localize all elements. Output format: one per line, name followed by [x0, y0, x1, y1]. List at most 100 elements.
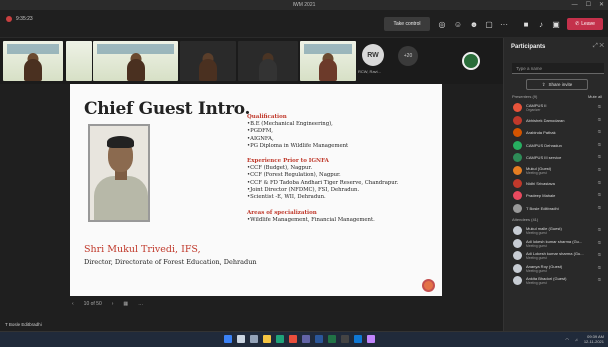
mic-muted-icon[interactable]: ⦸: [598, 205, 601, 211]
avatar: [513, 226, 522, 235]
maximize-button[interactable]: ☐: [586, 1, 591, 9]
mic-muted-icon[interactable]: ⦸: [598, 240, 601, 246]
participant-row[interactable]: Mukul (Guest) Meeting guest ⦸: [504, 164, 608, 177]
mic-muted-icon[interactable]: ⦸: [598, 167, 601, 173]
avatar[interactable]: RW: [362, 44, 384, 66]
guest-photo: [88, 124, 150, 222]
leave-label: Leave: [581, 21, 595, 27]
mic-muted-icon[interactable]: ⦸: [598, 277, 601, 283]
section-item: •Scientist -E, WII, Dehradun.: [247, 194, 326, 201]
participant-row[interactable]: CAMPUS III service ⦸: [504, 151, 608, 164]
avatar: [513, 153, 522, 163]
recording-icon: [6, 16, 12, 22]
section-item: •Joint Director (NFDMC), FSI, Dehradun.: [247, 187, 360, 194]
mute-all-button[interactable]: Mute all: [588, 94, 602, 99]
participant-row[interactable]: Mukul malle (Guest) Meeting guest ⦸: [504, 224, 608, 237]
next-slide-button[interactable]: ›: [112, 301, 114, 307]
participant-body: [319, 59, 337, 81]
guest-name: Shri Mukul Trivedi, IFS,: [84, 244, 201, 255]
participant-status: Meeting guest: [526, 281, 547, 286]
participant-row[interactable]: Arabinda Pathak ⦸: [504, 126, 608, 139]
participant-status: Meeting guest: [526, 268, 547, 273]
mic-muted-icon[interactable]: ⦸: [598, 117, 601, 123]
close-button[interactable]: ✕: [599, 1, 604, 9]
participant-name: CAMPUS Dehradun: [526, 142, 562, 148]
participant-body: [126, 59, 145, 81]
participant-row[interactable]: CAMPUS Dehradun ⦸: [504, 139, 608, 152]
clock[interactable]: 09:39 AM 12-11-2021: [584, 334, 604, 344]
leave-button[interactable]: ✆ Leave: [567, 18, 603, 30]
participant-row[interactable]: Adi lokesh kumar sharma (Gu... Meeting gu…: [504, 237, 608, 250]
teams-icon[interactable]: [302, 335, 310, 343]
mic-muted-icon[interactable]: ⦸: [598, 129, 601, 135]
participant-row[interactable]: Nidhi Srivastava ⦸: [504, 177, 608, 190]
more-participants-button[interactable]: +20: [398, 46, 418, 66]
video-tile[interactable]: [93, 41, 178, 81]
participant-row[interactable]: Pradeep Mahale ⦸: [504, 189, 608, 202]
edge-icon[interactable]: [276, 335, 284, 343]
slide-counter: 10 of 50: [83, 301, 102, 307]
attendees-list: Mukul malle (Guest) Meeting guest ⦸ Adi lok…: [504, 224, 608, 287]
wifi-icon[interactable]: ◠: [565, 337, 569, 342]
clock-date: 12-11-2021: [583, 339, 604, 344]
share-icon[interactable]: ▣: [550, 18, 562, 30]
panel-title: Participants: [511, 44, 546, 50]
participant-row[interactable]: T Bosle Editbradhi ⦸: [504, 202, 608, 215]
participant-row[interactable]: Adi Lokesh kumar sharma (Gu... Meeting gu…: [504, 249, 608, 262]
people-icon[interactable]: ◎: [436, 18, 448, 30]
search-input[interactable]: Type a name: [512, 63, 604, 74]
participant-row[interactable]: CAMPUS II Organizer ⦸: [504, 101, 608, 114]
video-tile[interactable]: [238, 41, 298, 81]
volume-icon[interactable]: ♫: [575, 337, 578, 342]
mic-icon[interactable]: ♪: [535, 18, 547, 30]
taskview-icon[interactable]: [250, 335, 258, 343]
minimize-button[interactable]: —: [572, 1, 578, 9]
mic-muted-icon[interactable]: ⦸: [598, 180, 601, 186]
presenter-name: T Bosle Editbradhi: [5, 322, 42, 327]
search-icon[interactable]: [237, 335, 245, 343]
section-item: •CCF (Forest Regulation), Nagpur.: [247, 172, 341, 179]
mic-muted-icon[interactable]: ⦸: [598, 104, 601, 110]
video-tile[interactable]: [300, 41, 356, 81]
participant-status: Meeting guest: [526, 243, 547, 248]
taskbar: ◠ ♫ 09:39 AM 12-11-2021: [0, 331, 608, 347]
take-control-button[interactable]: Take control: [384, 17, 430, 31]
mic-muted-icon[interactable]: ⦸: [598, 142, 601, 148]
video-tile[interactable]: [180, 41, 236, 81]
chat-icon[interactable]: ☺: [452, 18, 464, 30]
section-item: •PGDFM,: [247, 128, 273, 135]
explorer-icon[interactable]: [263, 335, 271, 343]
mic-muted-icon[interactable]: ⦸: [598, 192, 601, 198]
mic-muted-icon[interactable]: ⦸: [598, 154, 601, 160]
participant-row[interactable]: Ananya Roy (Guest) Meeting guest ⦸: [504, 262, 608, 275]
share-invite-button[interactable]: ⇪ Share invite: [526, 79, 588, 90]
system-tray: ◠ ♫ 09:39 AM 12-11-2021: [565, 334, 604, 344]
slide-more-button[interactable]: …: [138, 301, 143, 307]
participant-row[interactable]: Abhishek Damodaran ⦸: [504, 114, 608, 127]
mic-muted-icon[interactable]: ⦸: [598, 227, 601, 233]
excel-icon[interactable]: [328, 335, 336, 343]
chrome-icon[interactable]: [289, 335, 297, 343]
participant-name: Arabinda Pathak: [526, 130, 556, 136]
store-icon[interactable]: [341, 335, 349, 343]
mail-icon[interactable]: [354, 335, 362, 343]
more-icon[interactable]: ···: [498, 18, 510, 30]
mic-muted-icon[interactable]: ⦸: [598, 252, 601, 258]
participant-row[interactable]: Ankita Bhadori (Guest) Meeting guest ⦸: [504, 274, 608, 287]
meeting-toolbar: 9:35:23 Take control ◎ ☺ ☻ ▢ ··· ■ ♪ ▣ ✆…: [0, 10, 608, 38]
video-tile[interactable]: [3, 41, 63, 81]
panel-header-icons[interactable]: ⤢ ✕: [593, 43, 604, 50]
photos-icon[interactable]: [367, 335, 375, 343]
camera-icon[interactable]: ■: [520, 18, 532, 30]
timer-text: 9:35:23: [16, 16, 33, 22]
video-tile[interactable]: [66, 41, 92, 81]
prev-slide-button[interactable]: ‹: [72, 301, 74, 307]
word-icon[interactable]: [315, 335, 323, 343]
mic-muted-icon[interactable]: ⦸: [598, 265, 601, 271]
avatar: [513, 263, 522, 273]
reactions-icon[interactable]: ☻: [468, 18, 480, 30]
windows-icon[interactable]: [224, 335, 232, 343]
slide-grid-icon[interactable]: ▦: [123, 301, 128, 307]
rooms-icon[interactable]: ▢: [483, 18, 495, 30]
avatar: [513, 191, 522, 201]
